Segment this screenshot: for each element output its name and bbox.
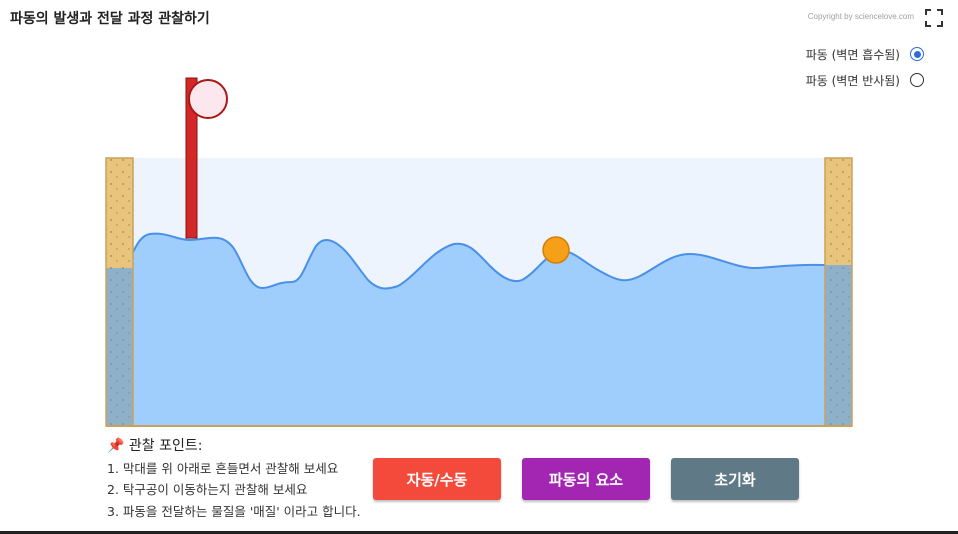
wave-elements-button[interactable]: 파동의 요소 [522,458,650,500]
reset-button[interactable]: 초기화 [671,458,799,500]
ping-pong-ball [542,236,570,264]
wave-tank-simulation [105,77,853,427]
right-wall [824,157,853,427]
pin-icon: 📌 [107,438,125,454]
observation-points: 📌 관찰 포인트: 1. 막대를 위 아래로 흔들면서 관찰해 보세요 2. 탁… [107,436,361,522]
left-wall [105,157,134,427]
auto-manual-button[interactable]: 자동/수동 [373,458,501,500]
observation-item: 3. 파동을 전달하는 물질을 '매질' 이라고 합니다. [107,503,361,519]
observation-item: 2. 탁구공이 이동하는지 관찰해 보세요 [107,482,308,497]
observation-item: 1. 막대를 위 아래로 흔들면서 관찰해 보세요 [107,460,339,476]
observation-heading-text: 관찰 포인트: [128,438,203,454]
observation-heading: 📌 관찰 포인트: [107,436,361,458]
rod-handle[interactable] [188,79,228,119]
